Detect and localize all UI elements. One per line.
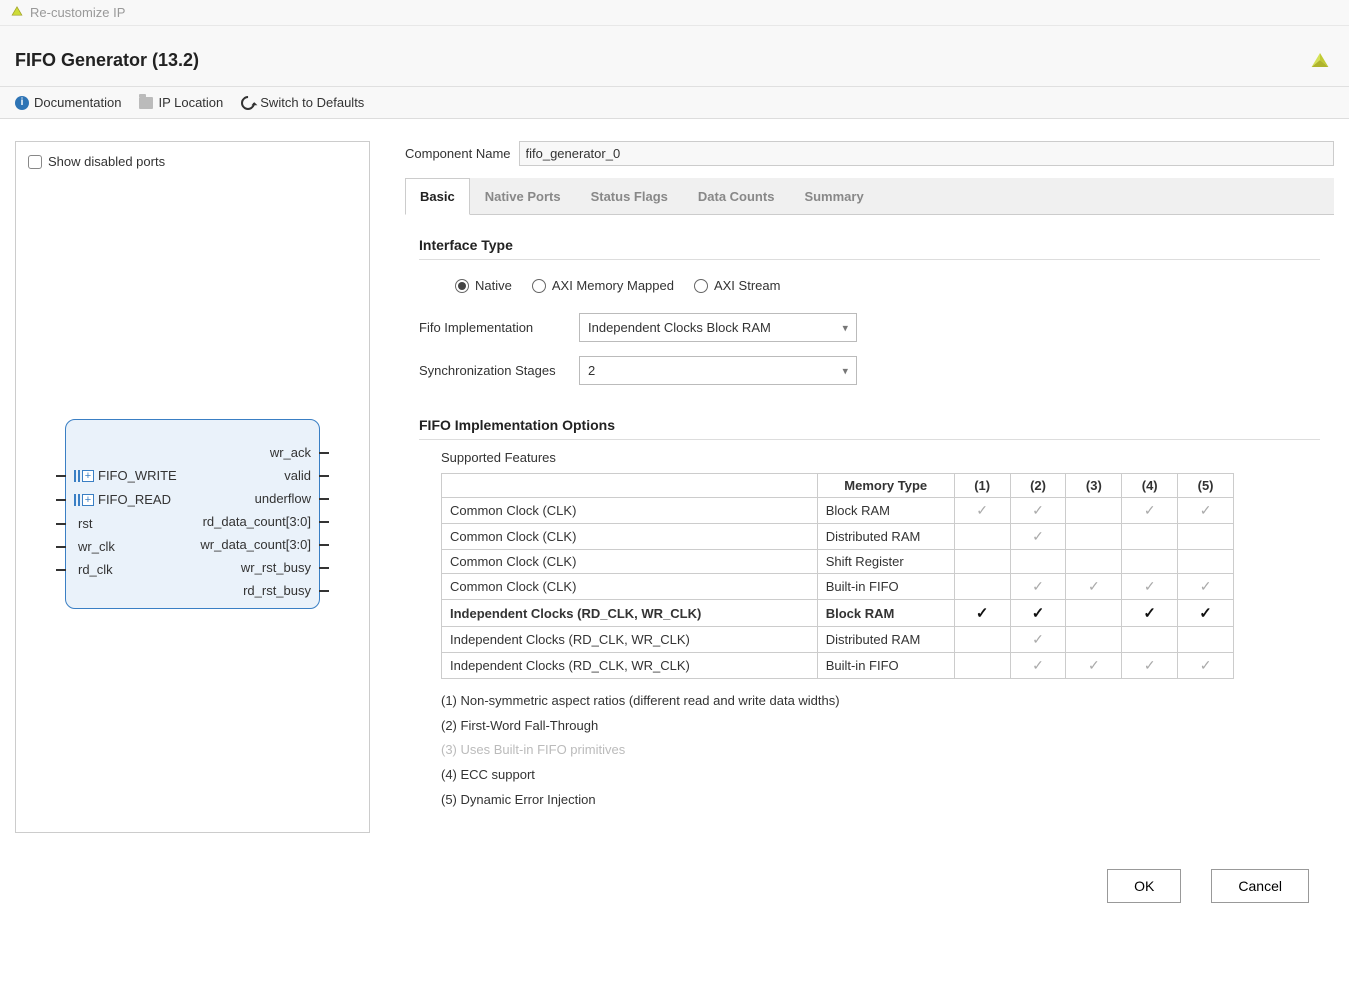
table-row[interactable]: Common Clock (CLK)Built-in FIFO✓✓✓✓: [442, 574, 1234, 600]
cancel-button[interactable]: Cancel: [1211, 869, 1309, 903]
port-rd-rst-busy: rd_rst_busy: [243, 583, 311, 598]
info-icon: i: [15, 96, 29, 110]
port-fifo-read: + FIFO_READ: [74, 492, 171, 507]
toolbar: i Documentation IP Location Switch to De…: [0, 87, 1349, 119]
bus-icon: [74, 494, 80, 506]
component-name-label: Component Name: [405, 146, 511, 161]
interface-type-radios: Native AXI Memory Mapped AXI Stream: [455, 278, 1320, 293]
table-row[interactable]: Common Clock (CLK)Shift Register: [442, 550, 1234, 574]
brand-logo-icon: [1306, 46, 1334, 74]
features-table: Memory Type (1) (2) (3) (4) (5) Common C…: [441, 473, 1234, 679]
radio-axi-stream[interactable]: AXI Stream: [694, 278, 780, 293]
folder-icon: [139, 97, 153, 109]
port-rd-data-count: rd_data_count[3:0]: [203, 514, 311, 529]
legend-item: (1) Non-symmetric aspect ratios (differe…: [441, 689, 1320, 714]
window-titlebar: Re-customize IP: [0, 0, 1349, 26]
documentation-link[interactable]: i Documentation: [15, 95, 121, 110]
tabs-bar: Basic Native Ports Status Flags Data Cou…: [405, 178, 1334, 215]
table-row[interactable]: Common Clock (CLK)Block RAM✓✓✓✓: [442, 498, 1234, 524]
legend-item: (3) Uses Built-in FIFO primitives: [441, 738, 1320, 763]
port-valid: valid: [284, 468, 311, 483]
tab-basic[interactable]: Basic: [405, 178, 470, 215]
bus-icon: [74, 470, 80, 482]
header: FIFO Generator (13.2): [0, 26, 1349, 87]
radio-icon: [532, 279, 546, 293]
fifo-implementation-select[interactable]: Independent Clocks Block RAM ▾: [579, 313, 857, 342]
window-title: Re-customize IP: [30, 5, 125, 20]
component-name-input[interactable]: [519, 141, 1335, 166]
chevron-down-icon: ▾: [842, 321, 848, 334]
expand-icon[interactable]: +: [82, 470, 94, 482]
refresh-icon: [238, 93, 258, 113]
port-fifo-write: + FIFO_WRITE: [74, 468, 177, 483]
legend-item: (5) Dynamic Error Injection: [441, 788, 1320, 813]
schematic-panel: Show disabled ports + FIFO_WRITE + FIFO_…: [15, 141, 370, 833]
fifo-options-heading: FIFO Implementation Options: [419, 417, 1320, 433]
legend-item: (2) First-Word Fall-Through: [441, 714, 1320, 739]
legend-item: (4) ECC support: [441, 763, 1320, 788]
sync-stages-select[interactable]: 2 ▾: [579, 356, 857, 385]
checkbox-icon: [28, 155, 42, 169]
legend: (1) Non-symmetric aspect ratios (differe…: [441, 689, 1320, 812]
port-wr-clk: wr_clk: [78, 539, 115, 554]
port-rst: rst: [78, 516, 92, 531]
ip-block-diagram: + FIFO_WRITE + FIFO_READ rst wr_clk rd_c…: [55, 419, 330, 609]
port-underflow: underflow: [255, 491, 311, 506]
config-panel: Component Name Basic Native Ports Status…: [405, 141, 1334, 833]
dialog-buttons: OK Cancel: [0, 853, 1349, 927]
show-disabled-ports-checkbox[interactable]: Show disabled ports: [28, 154, 357, 169]
table-header-row: Memory Type (1) (2) (3) (4) (5): [442, 474, 1234, 498]
page-title: FIFO Generator (13.2): [15, 50, 199, 71]
ip-location-link[interactable]: IP Location: [139, 95, 223, 110]
switch-defaults-link[interactable]: Switch to Defaults: [241, 95, 364, 110]
tab-summary[interactable]: Summary: [789, 178, 878, 214]
table-row[interactable]: Independent Clocks (RD_CLK, WR_CLK)Distr…: [442, 627, 1234, 653]
ok-button[interactable]: OK: [1107, 869, 1181, 903]
sync-stages-label: Synchronization Stages: [419, 363, 567, 378]
interface-type-heading: Interface Type: [419, 237, 1320, 253]
port-wr-rst-busy: wr_rst_busy: [241, 560, 311, 575]
radio-native[interactable]: Native: [455, 278, 512, 293]
app-logo-icon: [10, 4, 24, 21]
table-row[interactable]: Common Clock (CLK)Distributed RAM✓: [442, 524, 1234, 550]
tab-status-flags[interactable]: Status Flags: [576, 178, 683, 214]
radio-icon: [455, 279, 469, 293]
radio-axi-memory-mapped[interactable]: AXI Memory Mapped: [532, 278, 674, 293]
port-rd-clk: rd_clk: [78, 562, 113, 577]
port-wr-data-count: wr_data_count[3:0]: [200, 537, 311, 552]
port-wr-ack: wr_ack: [270, 445, 311, 460]
supported-features-label: Supported Features: [441, 450, 1320, 465]
fifo-implementation-label: Fifo Implementation: [419, 320, 567, 335]
table-row[interactable]: Independent Clocks (RD_CLK, WR_CLK)Built…: [442, 653, 1234, 679]
tab-native-ports[interactable]: Native Ports: [470, 178, 576, 214]
tab-data-counts[interactable]: Data Counts: [683, 178, 790, 214]
expand-icon[interactable]: +: [82, 494, 94, 506]
chevron-down-icon: ▾: [842, 364, 848, 377]
radio-icon: [694, 279, 708, 293]
table-row[interactable]: Independent Clocks (RD_CLK, WR_CLK)Block…: [442, 600, 1234, 627]
